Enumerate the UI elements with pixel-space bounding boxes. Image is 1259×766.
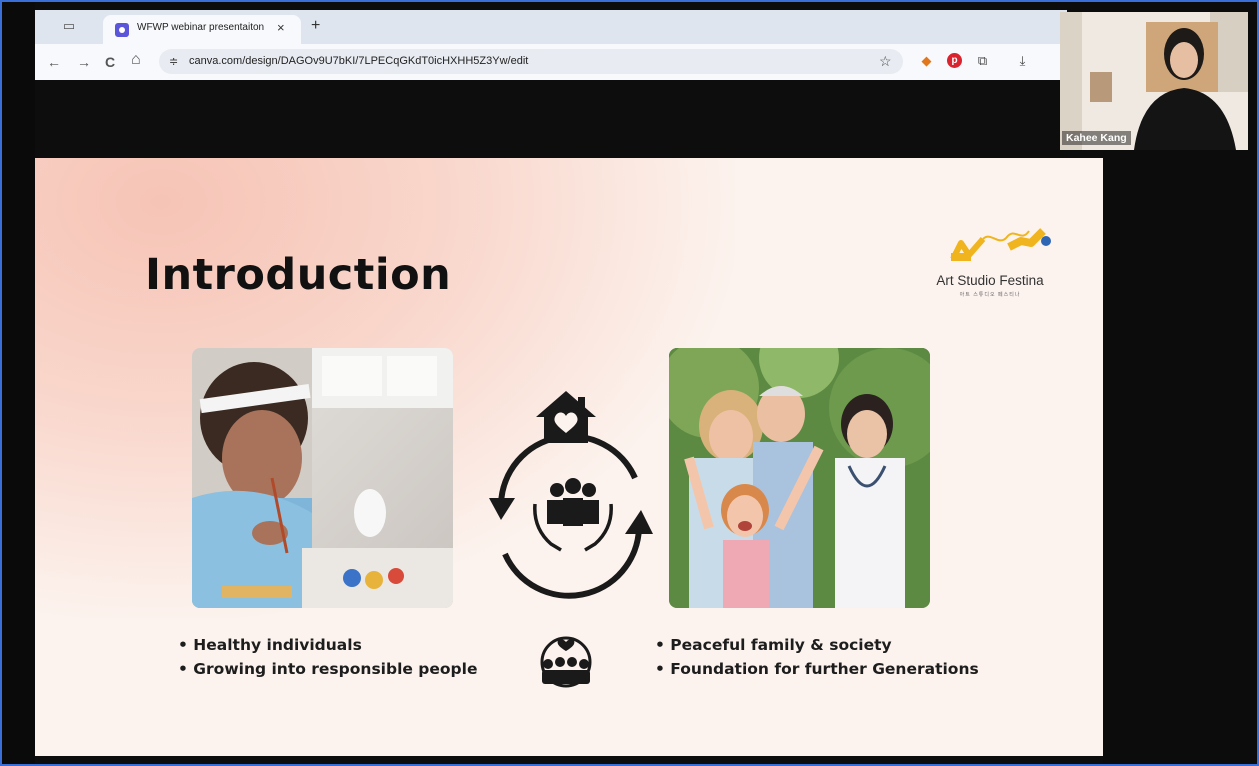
logo-text: Art Studio Festina	[936, 273, 1044, 288]
reload-icon[interactable]: C	[105, 54, 115, 70]
tune-icon[interactable]: ≑	[169, 55, 178, 68]
tab-active[interactable]: WFWP webinar presentaiton ×	[103, 15, 301, 44]
download-icon[interactable]: ⤓	[1015, 53, 1030, 68]
cycle-arrows-icon	[489, 433, 653, 599]
community-globe-icon	[540, 636, 592, 688]
canva-favicon-icon	[115, 23, 129, 37]
home-icon[interactable]: ⌂	[131, 52, 141, 68]
metamask-icon[interactable]: ◆	[919, 53, 934, 68]
back-icon[interactable]: ←	[47, 54, 61, 70]
photo-happy-family	[669, 348, 930, 608]
tab-title: WFWP webinar presentaiton	[137, 22, 265, 33]
pinterest-icon[interactable]: p	[947, 53, 962, 68]
presentation-slide: Introduction Art Studio Festina 아트 스튜디오 …	[35, 158, 1103, 756]
art-studio-logo: Art Studio Festina 아트 스튜디오 페스티나	[925, 213, 1055, 303]
webcam-video-frame	[1060, 12, 1248, 150]
url-text[interactable]: canva.com/design/DAGOv9U7bKI/7LPECqGKdT0…	[189, 55, 528, 67]
canva-bottom-bar	[35, 756, 1103, 766]
tab-close-icon[interactable]: ×	[277, 20, 285, 35]
star-icon[interactable]: ☆	[879, 53, 892, 70]
bullet-item: • Healthy individuals	[178, 636, 362, 654]
url-bar[interactable]: ≑ canva.com/design/DAGOv9U7bKI/7LPECqGKd…	[159, 49, 903, 74]
participant-name: Kahee Kang	[1062, 131, 1131, 145]
bullet-item: • Foundation for further Generations	[655, 660, 979, 678]
forward-icon[interactable]: →	[77, 54, 91, 70]
tab-search-icon[interactable]: ▭	[59, 18, 79, 34]
tab-bar: ▭ WFWP webinar presentaiton × +	[35, 10, 1067, 44]
puzzle-icon[interactable]: ⧉	[975, 53, 990, 68]
bullet-item: • Peaceful family & society	[655, 636, 892, 654]
logo-subtitle: 아트 스튜디오 페스티나	[959, 292, 1021, 298]
canva-presentation-header	[35, 80, 1103, 158]
bullet-list-left: • Healthy individuals • Growing into res…	[178, 633, 477, 681]
left-strip	[2, 2, 35, 764]
photo-girl-painting	[192, 348, 453, 608]
new-tab-button[interactable]: +	[311, 18, 320, 34]
art-studio-logo-mark	[950, 228, 1051, 261]
bullet-list-right: • Peaceful family & society • Foundation…	[655, 633, 979, 681]
address-toolbar: ← → C ⌂ ≑ canva.com/design/DAGOv9U7bKI/7…	[35, 44, 1067, 80]
slide-title: Introduction	[145, 250, 452, 300]
bullet-item: • Growing into responsible people	[178, 660, 478, 678]
family-in-hands-icon	[533, 478, 613, 552]
browser-window: ▭ WFWP webinar presentaiton × + ← → C ⌂ …	[35, 10, 1067, 80]
participant-video[interactable]: Kahee Kang	[1060, 12, 1248, 150]
